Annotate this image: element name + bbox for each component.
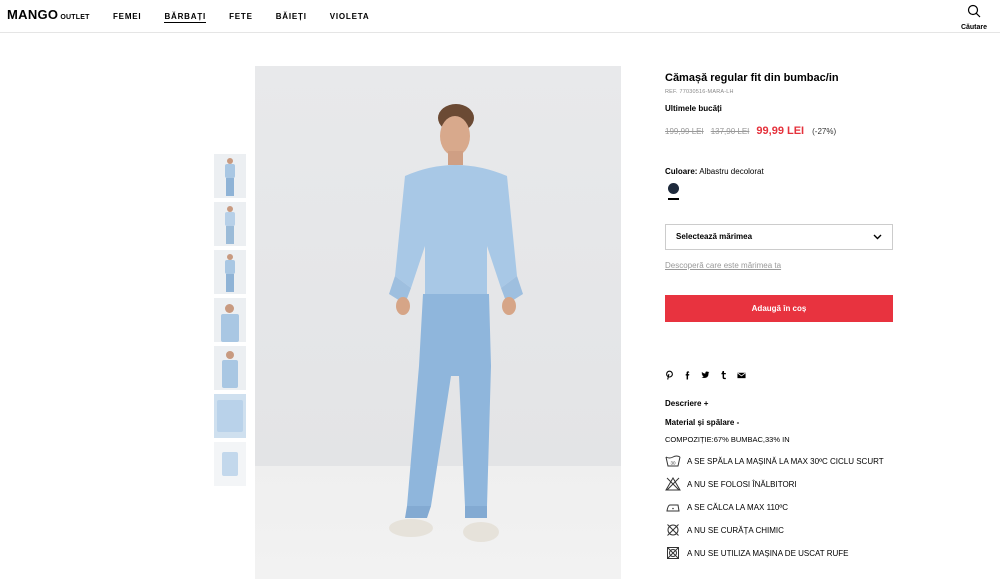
add-to-cart-button[interactable]: Adaugă în coș — [665, 294, 893, 322]
price-previous: 137,90 LEI — [710, 126, 750, 136]
nav-item-violeta[interactable]: VIOLETA — [330, 12, 370, 23]
stock-status: Ultimele bucăți — [665, 104, 722, 113]
care-item-dryclean: A NU SE CURĂȚA CHIMIC — [665, 519, 893, 542]
thumbnail-3[interactable] — [214, 250, 246, 294]
nav-item-baieti[interactable]: BĂIEȚI — [276, 12, 307, 23]
swatch-selected-indicator — [668, 198, 679, 200]
svg-text:30: 30 — [670, 461, 676, 466]
care-item-iron: A SE CĂLCA LA MAX 110ºC — [665, 496, 893, 519]
color-label-row: Culoare: Albastru decolorat — [665, 167, 893, 176]
main-nav: FEMEI BĂRBAȚI FETE BĂIEȚI VIOLETA — [113, 12, 392, 23]
product-info: Cămașă regular fit din bumbac/in REF. 77… — [665, 72, 893, 565]
thumbnail-6[interactable] — [214, 394, 246, 438]
pinterest-icon[interactable] — [665, 370, 674, 380]
search-button[interactable]: Căutare — [959, 4, 989, 31]
logo-text: MANGO — [7, 7, 59, 22]
care-text-iron: A SE CĂLCA LA MAX 110ºC — [687, 502, 789, 512]
product-main-image[interactable] — [255, 66, 621, 579]
size-select[interactable]: Selectează mărimea — [665, 223, 893, 250]
thumbnail-7[interactable] — [214, 442, 246, 486]
mail-icon[interactable] — [737, 370, 746, 380]
iron-110-icon — [666, 504, 680, 512]
care-text-dryclean: A NU SE CURĂȚA CHIMIC — [687, 525, 784, 535]
wash-30-icon: 30 — [665, 455, 681, 467]
chevron-down-icon — [873, 234, 882, 239]
care-item-bleach: A NU SE FOLOSI ÎNĂLBITORI — [665, 473, 893, 496]
composition-text: COMPOZIȚIE:67% BUMBAC,33% IN — [665, 434, 790, 444]
nav-item-barbati[interactable]: BĂRBAȚI — [164, 12, 207, 23]
product-ref: REF. 77030516-MARA-LH — [665, 89, 734, 95]
color-value: Albastru decolorat — [699, 167, 764, 176]
no-tumble-dry-icon — [667, 547, 679, 559]
care-text-wash: A SE SPĂLA LA MAȘINĂ LA MAX 30ºC CICLU S… — [687, 456, 884, 466]
twitter-icon[interactable] — [701, 370, 710, 380]
no-bleach-icon — [665, 477, 681, 491]
discount-badge: (-27%) — [812, 126, 837, 136]
nav-item-femei[interactable]: FEMEI — [113, 12, 141, 23]
logo-sub-text: OUTLET — [60, 14, 90, 21]
tumblr-icon[interactable] — [719, 370, 728, 380]
thumbnail-list — [214, 154, 246, 490]
thumbnail-2[interactable] — [214, 202, 246, 246]
care-text-tumble: A NU SE UTILIZA MAȘINA DE USCAT RUFE — [687, 548, 849, 558]
care-item-wash: 30 A SE SPĂLA LA MAȘINĂ LA MAX 30ºC CICL… — [665, 450, 893, 473]
thumbnail-4[interactable] — [214, 298, 246, 342]
price-row: 199,99 LEI 137,90 LEI 99,99 LEI (-27%) — [665, 125, 893, 137]
color-label: Culoare: — [665, 167, 698, 176]
care-text-bleach: A NU SE FOLOSI ÎNĂLBITORI — [687, 479, 797, 489]
price-original: 199,99 LEI — [665, 126, 704, 136]
brand-logo[interactable]: MANGO OUTLET — [7, 7, 90, 22]
care-item-tumble: A NU SE UTILIZA MAȘINA DE USCAT RUFE — [665, 542, 893, 565]
color-swatch[interactable] — [668, 183, 679, 194]
price-current: 99,99 LEI — [756, 125, 805, 137]
search-icon — [967, 4, 981, 18]
search-label: Căutare — [960, 24, 988, 31]
share-row — [665, 370, 893, 380]
no-dry-clean-icon — [667, 524, 679, 536]
nav-item-fete[interactable]: FETE — [229, 12, 253, 23]
size-guide-link[interactable]: Descoperă care este mărimea ta — [665, 261, 893, 270]
site-header: MANGO OUTLET FEMEI BĂRBAȚI FETE BĂIEȚI V… — [0, 0, 1000, 33]
thumbnail-1[interactable] — [214, 154, 246, 198]
facebook-icon[interactable] — [683, 370, 692, 380]
thumbnail-5[interactable] — [214, 346, 246, 390]
description-toggle[interactable]: Descriere + — [665, 399, 893, 408]
product-title: Cămașă regular fit din bumbac/in — [665, 72, 839, 84]
care-list: 30 A SE SPĂLA LA MAȘINĂ LA MAX 30ºC CICL… — [665, 450, 893, 565]
size-select-label: Selectează mărimea — [676, 232, 753, 241]
material-toggle[interactable]: Material și spălare - — [665, 418, 893, 427]
model-illustration — [389, 104, 523, 542]
